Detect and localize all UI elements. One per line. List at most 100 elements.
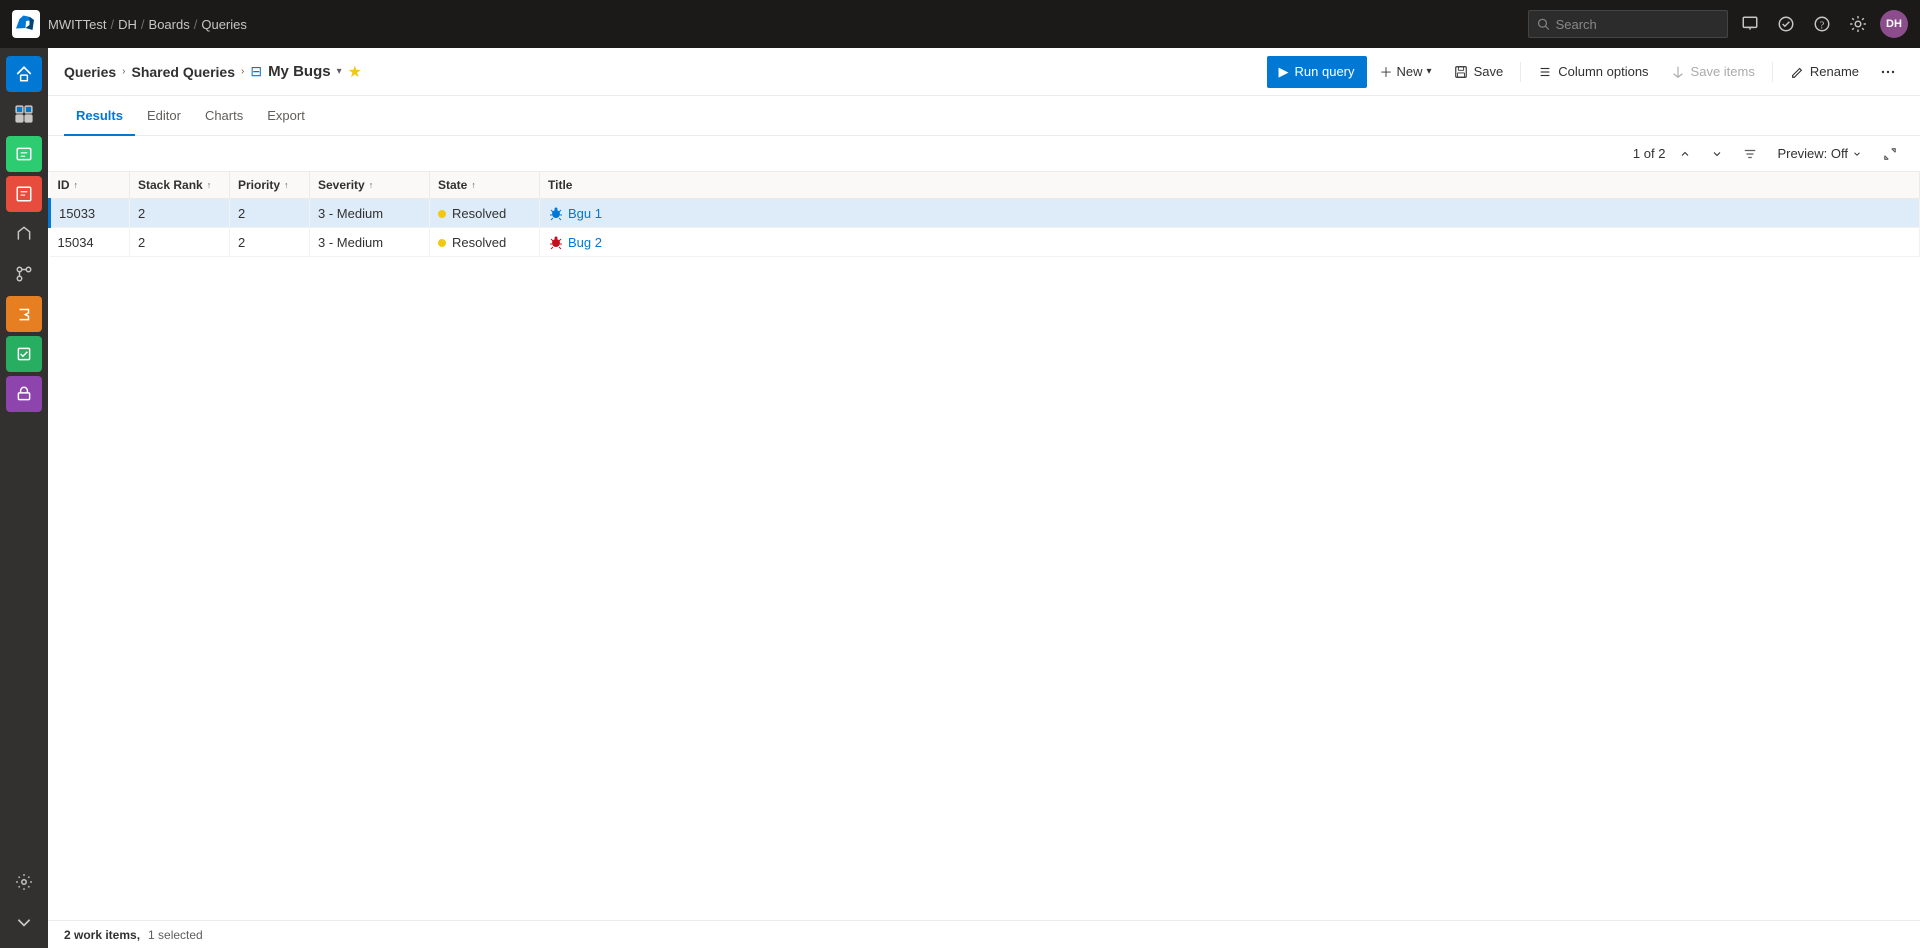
sidebar-item-repos[interactable] — [6, 256, 42, 292]
pagination: 1 of 2 — [1633, 146, 1666, 161]
sidebar — [0, 48, 48, 948]
sidebar-item-settings[interactable] — [6, 864, 42, 900]
column-options-button[interactable]: Column options — [1529, 56, 1657, 88]
search-input[interactable] — [1556, 17, 1719, 32]
rename-button[interactable]: Rename — [1781, 56, 1868, 88]
cell-severity: 3 - Medium — [310, 228, 430, 257]
filter-button[interactable] — [1737, 140, 1763, 168]
sidebar-item-home[interactable] — [6, 56, 42, 92]
divider-1 — [1520, 62, 1521, 82]
query-title-area: ⊟ My Bugs ▾ ★ — [250, 62, 362, 82]
pagination-text: 1 of 2 — [1633, 146, 1666, 161]
cell-title: Bgu 1 — [540, 199, 1920, 228]
work-item-title-link[interactable]: Bgu 1 — [568, 206, 602, 221]
topbar-actions: ? DH — [1528, 10, 1908, 38]
table-row[interactable]: 15033 2 2 3 - Medium Resolved Bgu 1 — [50, 199, 1920, 228]
cell-title: Bug 2 — [540, 228, 1920, 257]
query-title-dropdown[interactable]: ▾ — [337, 66, 342, 77]
cell-state: Resolved — [430, 228, 540, 257]
user-avatar[interactable]: DH — [1880, 10, 1908, 38]
bug-icon — [548, 205, 564, 221]
azure-devops-logo[interactable] — [12, 10, 40, 38]
sidebar-bottom — [6, 864, 42, 940]
favorite-star-icon[interactable]: ★ — [348, 62, 362, 82]
bug-icon — [548, 234, 564, 250]
save-items-button[interactable]: Save items — [1662, 56, 1764, 88]
sidebar-item-queries[interactable] — [6, 176, 42, 212]
breadcrumb-org[interactable]: MWITTest — [48, 17, 107, 32]
expand-button[interactable] — [1876, 140, 1904, 168]
col-stack-rank[interactable]: Stack Rank ↑ — [130, 172, 230, 199]
sidebar-item-boards[interactable] — [6, 96, 42, 132]
breadcrumb-area[interactable]: Boards — [149, 17, 190, 32]
query-title-text: My Bugs — [268, 63, 331, 80]
cell-priority: 2 — [230, 228, 310, 257]
col-severity[interactable]: Severity ↑ — [310, 172, 430, 199]
save-button[interactable]: Save — [1445, 56, 1513, 88]
basket-icon[interactable] — [1772, 10, 1800, 38]
breadcrumb-shared-queries[interactable]: Shared Queries — [131, 64, 235, 80]
grid-icon: ⊟ — [250, 63, 262, 80]
preview-label: Preview: Off — [1777, 146, 1848, 161]
settings-icon[interactable] — [1844, 10, 1872, 38]
sidebar-item-sprints[interactable] — [6, 216, 42, 252]
sidebar-item-test-plans[interactable] — [6, 336, 42, 372]
table-row[interactable]: 15034 2 2 3 - Medium Resolved Bug 2 — [50, 228, 1920, 257]
tabs-row: Results Editor Charts Export — [48, 96, 1920, 136]
preview-dropdown-icon — [1852, 149, 1862, 159]
breadcrumb-queries[interactable]: Queries — [64, 64, 116, 80]
table-header-row: ID ↑ Stack Rank ↑ Priori — [50, 172, 1920, 199]
divider-2 — [1772, 62, 1773, 82]
state-dot — [438, 239, 446, 247]
plus-icon: ＋ — [1380, 62, 1393, 81]
sidebar-item-artifacts[interactable] — [6, 376, 42, 412]
tab-results[interactable]: Results — [64, 97, 135, 136]
new-button[interactable]: ＋ New ▾ — [1371, 56, 1441, 88]
breadcrumb-section[interactable]: Queries — [201, 17, 247, 32]
breadcrumb-project[interactable]: DH — [118, 17, 137, 32]
tab-export[interactable]: Export — [255, 97, 317, 136]
rename-icon — [1790, 65, 1804, 79]
run-query-button[interactable]: ▶ Run query — [1267, 56, 1367, 88]
col-title[interactable]: Title — [540, 172, 1920, 199]
cell-id: 15034 — [50, 228, 130, 257]
sidebar-item-pipelines[interactable] — [6, 296, 42, 332]
cell-state: Resolved — [430, 199, 540, 228]
breadcrumb-chevron-1: › — [122, 66, 125, 77]
search-icon — [1537, 17, 1550, 31]
selected-count: 1 selected — [148, 928, 203, 942]
tab-editor[interactable]: Editor — [135, 97, 193, 136]
col-id[interactable]: ID ↑ — [50, 172, 130, 199]
new-dropdown-arrow: ▾ — [1427, 66, 1432, 77]
tab-charts[interactable]: Charts — [193, 97, 255, 136]
column-options-icon — [1538, 65, 1552, 79]
sidebar-item-expand[interactable] — [6, 904, 42, 940]
cell-severity: 3 - Medium — [310, 199, 430, 228]
breadcrumb-area: Queries › Shared Queries › ⊟ My Bugs ▾ ★ — [64, 62, 1259, 82]
page-up-button[interactable] — [1673, 142, 1697, 166]
page-down-button[interactable] — [1705, 142, 1729, 166]
main-content: Queries › Shared Queries › ⊟ My Bugs ▾ ★… — [48, 48, 1920, 948]
search-box[interactable] — [1528, 10, 1728, 38]
sort-priority-icon: ↑ — [284, 180, 289, 190]
filter-icon — [1743, 147, 1757, 161]
topbar-breadcrumb: MWITTest / DH / Boards / Queries — [48, 17, 1520, 32]
save-icon — [1454, 65, 1468, 79]
col-state[interactable]: State ↑ — [430, 172, 540, 199]
sidebar-top — [6, 56, 42, 860]
sort-id-icon: ↑ — [74, 180, 79, 190]
help-icon[interactable]: ? — [1808, 10, 1836, 38]
preview-button[interactable]: Preview: Off — [1771, 140, 1868, 168]
notifications-icon[interactable] — [1736, 10, 1764, 38]
save-items-icon — [1671, 65, 1685, 79]
page-header: Queries › Shared Queries › ⊟ My Bugs ▾ ★… — [48, 48, 1920, 96]
col-priority[interactable]: Priority ↑ — [230, 172, 310, 199]
sidebar-item-work-items[interactable] — [6, 136, 42, 172]
state-dot — [438, 210, 446, 218]
work-item-title-link[interactable]: Bug 2 — [568, 235, 602, 250]
more-options-button[interactable] — [1872, 56, 1904, 88]
cell-id: 15033 — [50, 199, 130, 228]
statusbar: 2 work items, 1 selected — [48, 920, 1920, 948]
chevron-up-icon — [1679, 148, 1691, 160]
table-container: ID ↑ Stack Rank ↑ Priori — [48, 172, 1920, 920]
